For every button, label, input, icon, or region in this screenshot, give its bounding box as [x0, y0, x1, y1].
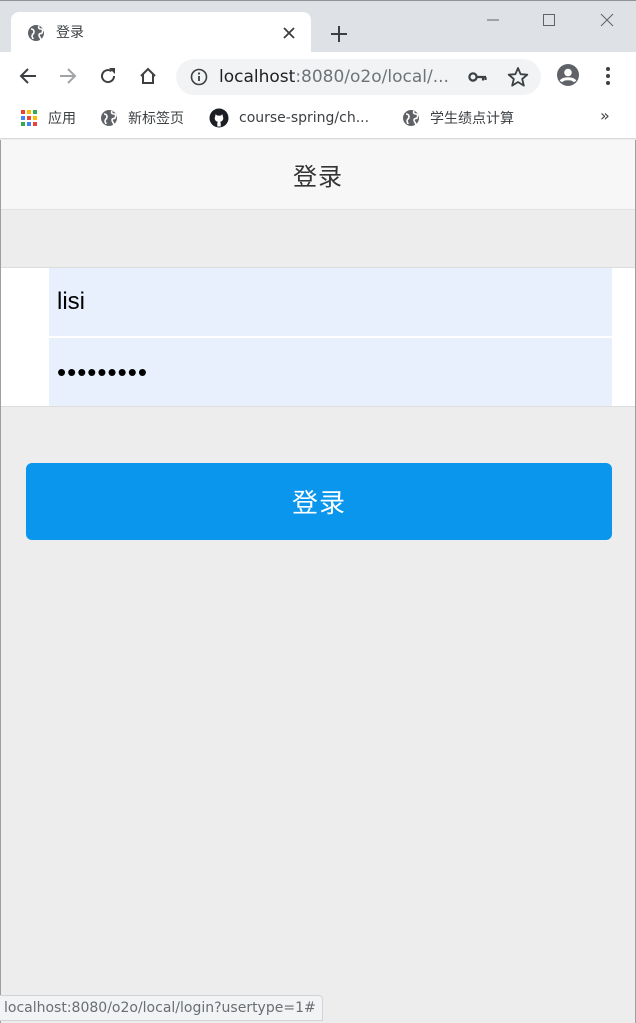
window-close-icon[interactable] [596, 9, 618, 31]
profile-icon[interactable] [556, 63, 582, 89]
login-form [0, 267, 636, 407]
bookmarks-overflow-button[interactable]: » [600, 106, 610, 125]
bookmarks-bar: 应用 新标签页 course-spring/ch... 学生绩点计算 » [0, 100, 636, 139]
username-input[interactable] [49, 268, 612, 336]
new-tab-button[interactable] [327, 22, 351, 46]
url-path: :8080/o2o/local/... [295, 67, 449, 87]
info-icon[interactable] [190, 68, 208, 86]
bookmark-label: 学生绩点计算 [430, 111, 514, 127]
bookmark-label: 应用 [48, 111, 76, 127]
status-bar-url: localhost:8080/o2o/local/login?usertype=… [0, 995, 323, 1021]
globe-icon [27, 24, 45, 42]
tab-strip: 登录 [0, 0, 636, 54]
browser-tab[interactable]: 登录 [11, 12, 311, 54]
url-host: localhost [219, 67, 296, 87]
browser-toolbar: localhost:8080/o2o/local/... [0, 52, 636, 100]
reload-icon[interactable] [96, 64, 120, 88]
star-icon[interactable] [507, 66, 529, 88]
github-icon [209, 108, 229, 128]
bookmark-apps[interactable]: 应用 [20, 108, 76, 128]
back-icon[interactable] [16, 64, 40, 88]
page-header: 登录 [0, 140, 636, 210]
bookmark-label: course-spring/ch... [239, 110, 370, 126]
apps-grid-icon [21, 110, 37, 126]
password-input[interactable] [49, 338, 612, 406]
forward-icon[interactable] [56, 64, 80, 88]
bookmark-gpa[interactable]: 学生绩点计算 [402, 108, 514, 128]
bookmark-course-spring[interactable]: course-spring/ch... [209, 108, 369, 128]
url-text[interactable]: localhost:8080/o2o/local/... [219, 67, 449, 87]
key-icon[interactable] [468, 68, 488, 86]
home-icon[interactable] [136, 64, 160, 88]
globe-icon [101, 110, 117, 126]
login-button[interactable]: 登录 [26, 463, 612, 540]
page-title: 登录 [293, 163, 343, 191]
address-bar[interactable]: localhost:8080/o2o/local/... [176, 59, 541, 95]
maximize-icon[interactable] [538, 9, 560, 31]
close-icon[interactable] [279, 23, 299, 43]
globe-icon [403, 110, 419, 126]
minimize-icon[interactable] [482, 9, 504, 31]
tab-title: 登录 [56, 25, 84, 41]
bookmark-new-tab[interactable]: 新标签页 [100, 108, 184, 128]
bookmark-label: 新标签页 [128, 111, 184, 127]
window-border [0, 140, 1, 1023]
more-menu-icon[interactable] [598, 63, 618, 89]
